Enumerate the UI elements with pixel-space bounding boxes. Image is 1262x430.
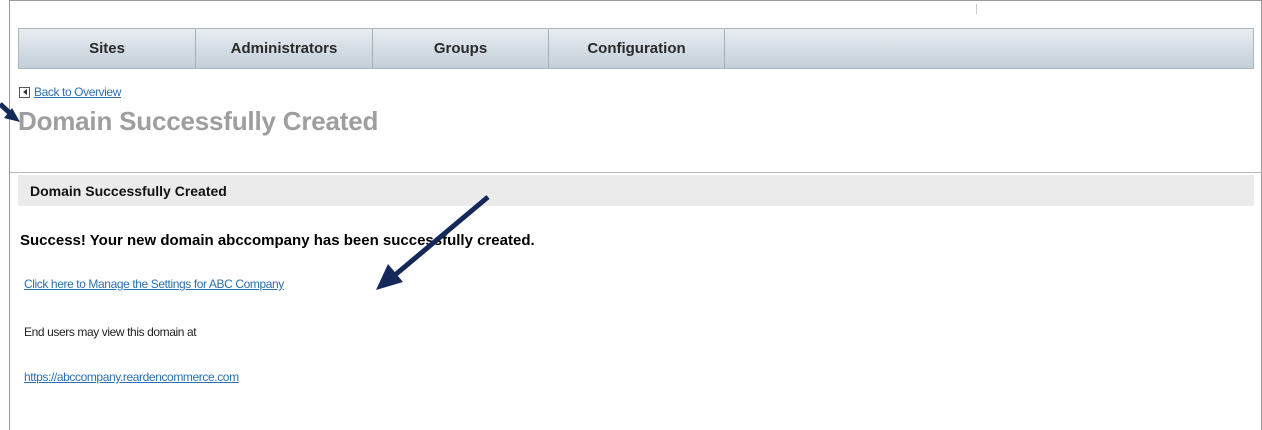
tab-groups[interactable]: Groups <box>373 29 549 68</box>
manage-settings-link[interactable]: Click here to Manage the Settings for AB… <box>24 277 284 291</box>
success-message: Success! Your new domain abccompany has … <box>20 232 535 249</box>
end-users-text: End users may view this domain at <box>24 325 197 339</box>
tab-configuration[interactable]: Configuration <box>549 29 725 68</box>
header-divider <box>10 172 1262 173</box>
domain-url-link[interactable]: https://abccompany.reardencommerce.com <box>24 370 239 384</box>
top-divider-tick <box>976 4 977 14</box>
tab-administrators[interactable]: Administrators <box>196 29 373 68</box>
main-tab-bar: Sites Administrators Groups Configuratio… <box>18 28 1254 69</box>
tab-sites[interactable]: Sites <box>19 29 196 68</box>
back-arrow-icon[interactable] <box>19 86 30 98</box>
back-to-overview[interactable]: Back to Overview <box>19 85 121 99</box>
back-to-overview-link[interactable]: Back to Overview <box>34 85 121 99</box>
page-title: Domain Successfully Created <box>18 106 379 136</box>
section-header: Domain Successfully Created <box>18 175 1254 206</box>
